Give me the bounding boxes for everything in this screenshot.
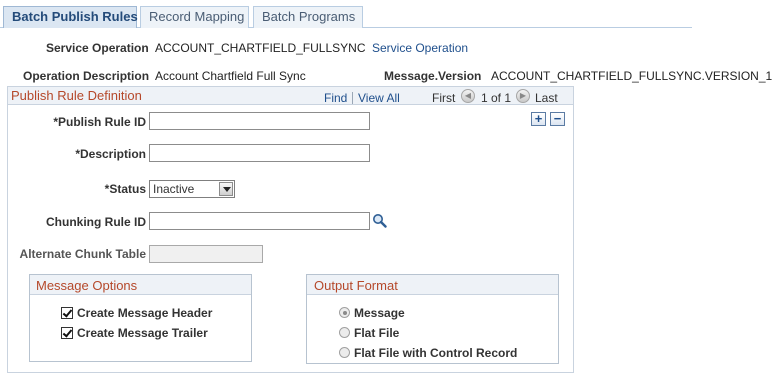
- status-label: *Status: [104, 182, 146, 196]
- find-link[interactable]: Find: [324, 91, 347, 105]
- description-input[interactable]: [149, 144, 370, 162]
- chunking-rule-id-label: Chunking Rule ID: [46, 215, 146, 229]
- tab-record-mapping[interactable]: Record Mapping: [140, 6, 249, 28]
- magnifier-icon[interactable]: [372, 213, 387, 228]
- publish-rule-id-label: *Publish Rule ID: [53, 115, 146, 129]
- chunking-rule-id-input[interactable]: [149, 212, 370, 230]
- flat-file-control-record-radio-label: Flat File with Control Record: [354, 346, 518, 360]
- operation-description-label: Operation Description: [23, 69, 150, 83]
- last-label: Last: [535, 91, 558, 105]
- flat-file-radio[interactable]: [339, 327, 350, 338]
- tab-batch-publish-rules[interactable]: Batch Publish Rules: [3, 6, 138, 28]
- message-radio[interactable]: [339, 307, 350, 318]
- create-message-trailer-checkbox[interactable]: [61, 327, 73, 339]
- tab-batch-programs[interactable]: Batch Programs: [253, 6, 363, 28]
- page-info: 1 of 1: [481, 91, 512, 105]
- group-title: Publish Rule Definition: [11, 88, 142, 103]
- status-selected-value: Inactive: [153, 182, 195, 196]
- chevron-down-icon[interactable]: [219, 182, 233, 196]
- service-operation-value: ACCOUNT_CHARTFIELD_FULLSYNC: [155, 41, 366, 55]
- publish-rule-id-input[interactable]: [149, 112, 370, 130]
- operation-description-value: Account Chartfield Full Sync: [155, 69, 306, 83]
- message-radio-label: Message: [354, 306, 405, 320]
- view-all-link[interactable]: View All: [358, 91, 400, 105]
- alternate-chunk-table-label: Alternate Chunk Table: [19, 247, 146, 261]
- create-message-header-label: Create Message Header: [77, 306, 213, 320]
- delete-row-button[interactable]: −: [550, 112, 565, 126]
- alternate-chunk-table-input: [149, 245, 263, 263]
- arrow-right-icon[interactable]: ▶: [516, 89, 530, 103]
- create-message-header-checkbox[interactable]: [61, 307, 73, 319]
- flat-file-control-record-radio[interactable]: [339, 347, 350, 358]
- add-row-button[interactable]: +: [531, 112, 546, 126]
- first-label: First: [432, 91, 456, 105]
- message-version-value: ACCOUNT_CHARTFIELD_FULLSYNC.VERSION_1: [491, 69, 773, 83]
- arrow-left-icon[interactable]: ◀: [461, 89, 475, 103]
- status-select[interactable]: Inactive: [149, 180, 235, 198]
- service-operation-link[interactable]: Service Operation: [372, 41, 468, 55]
- nav-separator: [352, 92, 353, 104]
- message-options-title: Message Options: [36, 278, 138, 293]
- message-version-label: Message.Version: [384, 69, 482, 83]
- flat-file-radio-label: Flat File: [354, 326, 400, 340]
- service-operation-label: Service Operation: [46, 41, 149, 55]
- create-message-trailer-label: Create Message Trailer: [77, 326, 208, 340]
- description-label: *Description: [75, 147, 146, 161]
- output-format-title: Output Format: [314, 278, 398, 293]
